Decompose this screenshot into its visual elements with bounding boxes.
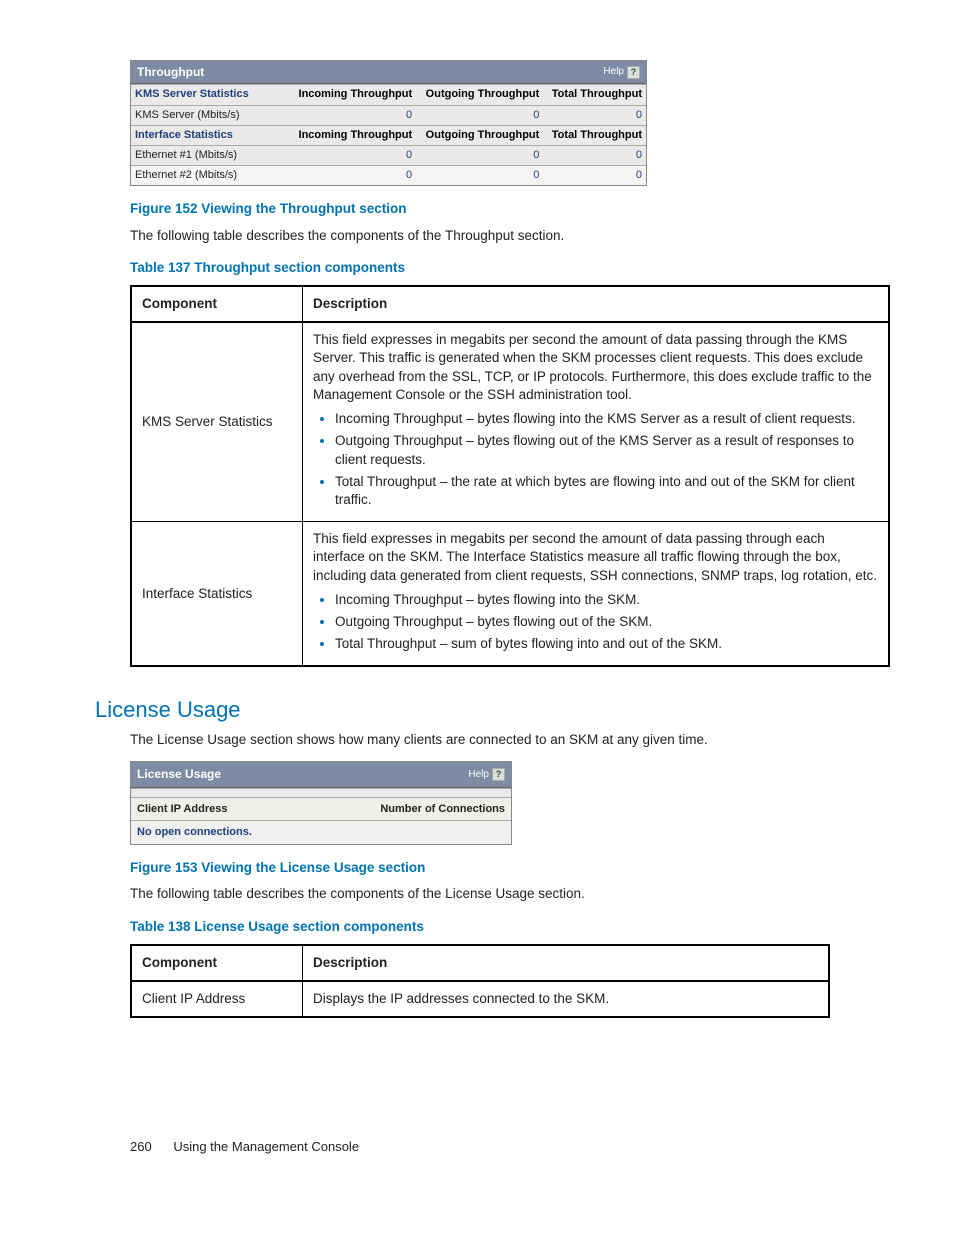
t137-hdr-desc: Description xyxy=(303,286,890,322)
iface-stats-header: Interface Statistics xyxy=(131,125,289,145)
col-incoming: Incoming Throughput xyxy=(289,85,416,105)
figure-152-desc: The following table describes the compon… xyxy=(130,227,884,245)
row-kms-in: 0 xyxy=(289,105,416,125)
throughput-table: KMS Server Statistics Incoming Throughpu… xyxy=(131,84,646,185)
help-icon-2: ? xyxy=(492,768,505,781)
row-eth1-total: 0 xyxy=(543,145,646,165)
t137-r2-b3: Total Throughput – sum of bytes flowing … xyxy=(335,635,878,653)
page-number: 260 xyxy=(130,1139,152,1154)
table-137-caption: Table 137 Throughput section components xyxy=(130,259,884,277)
throughput-widget-header: Throughput Help ? xyxy=(131,61,646,84)
row-eth1-out: 0 xyxy=(416,145,543,165)
t137-r2-desc: This field expresses in megabits per sec… xyxy=(303,522,890,667)
throughput-widget: Throughput Help ? KMS Server Statistics … xyxy=(130,60,647,186)
t137-hdr-comp: Component xyxy=(131,286,303,322)
license-widget-spacer xyxy=(131,788,511,797)
page-footer: 260 Using the Management Console xyxy=(130,1138,884,1156)
help-label-2: Help xyxy=(468,768,489,782)
license-title: License Usage xyxy=(137,766,221,782)
col-incoming2: Incoming Throughput xyxy=(289,125,416,145)
col-outgoing: Outgoing Throughput xyxy=(416,85,543,105)
row-eth2-total: 0 xyxy=(543,166,646,186)
license-widget-header: License Usage Help ? xyxy=(131,762,511,787)
license-empty-msg: No open connections. xyxy=(131,820,511,844)
t137-r2-b1: Incoming Throughput – bytes flowing into… xyxy=(335,591,878,609)
t137-r1-b3: Total Throughput – the rate at which byt… xyxy=(335,473,878,509)
t137-r1-b1: Incoming Throughput – bytes flowing into… xyxy=(335,410,878,428)
row-eth1-in: 0 xyxy=(289,145,416,165)
figure-152-caption: Figure 152 Viewing the Throughput sectio… xyxy=(130,200,884,218)
col-total2: Total Throughput xyxy=(543,125,646,145)
col-total: Total Throughput xyxy=(543,85,646,105)
license-col-ip: Client IP Address xyxy=(137,802,227,817)
license-usage-heading: License Usage xyxy=(95,695,884,725)
t137-r1-comp: KMS Server Statistics xyxy=(131,322,303,521)
figure-153-desc: The following table describes the compon… xyxy=(130,885,884,903)
row-eth2-in: 0 xyxy=(289,166,416,186)
t137-r1-b2: Outgoing Throughput – bytes flowing out … xyxy=(335,432,878,468)
row-eth2-label: Ethernet #2 (Mbits/s) xyxy=(131,166,289,186)
throughput-title: Throughput xyxy=(137,65,204,79)
help-link[interactable]: Help ? xyxy=(603,66,640,79)
t138-r1-comp: Client IP Address xyxy=(131,981,303,1017)
footer-title: Using the Management Console xyxy=(173,1139,359,1154)
kms-stats-header: KMS Server Statistics xyxy=(131,85,289,105)
col-outgoing2: Outgoing Throughput xyxy=(416,125,543,145)
help-link-2[interactable]: Help ? xyxy=(468,768,505,782)
t137-r1-intro: This field expresses in megabits per sec… xyxy=(313,332,872,402)
license-usage-widget: License Usage Help ? Client IP Address N… xyxy=(130,761,512,845)
t138-r1-desc: Displays the IP addresses connected to t… xyxy=(303,981,830,1017)
row-eth1-label: Ethernet #1 (Mbits/s) xyxy=(131,145,289,165)
table-137: Component Description KMS Server Statist… xyxy=(130,285,890,668)
t137-r2-comp: Interface Statistics xyxy=(131,522,303,667)
row-kms-out: 0 xyxy=(416,105,543,125)
t137-r1-desc: This field expresses in megabits per sec… xyxy=(303,322,890,521)
t138-hdr-desc: Description xyxy=(303,945,830,981)
table-138-caption: Table 138 License Usage section componen… xyxy=(130,918,884,936)
figure-153-caption: Figure 153 Viewing the License Usage sec… xyxy=(130,859,884,877)
row-eth2-out: 0 xyxy=(416,166,543,186)
row-kms-label: KMS Server (Mbits/s) xyxy=(131,105,289,125)
license-usage-intro: The License Usage section shows how many… xyxy=(130,731,884,749)
license-col-conn: Number of Connections xyxy=(380,802,505,817)
help-label: Help xyxy=(603,66,624,78)
t137-r2-b2: Outgoing Throughput – bytes flowing out … xyxy=(335,613,878,631)
t137-r2-intro: This field expresses in megabits per sec… xyxy=(313,531,877,582)
license-table-header: Client IP Address Number of Connections xyxy=(131,797,511,821)
table-138: Component Description Client IP Address … xyxy=(130,944,830,1018)
row-kms-total: 0 xyxy=(543,105,646,125)
help-icon: ? xyxy=(627,66,640,79)
t138-hdr-comp: Component xyxy=(131,945,303,981)
